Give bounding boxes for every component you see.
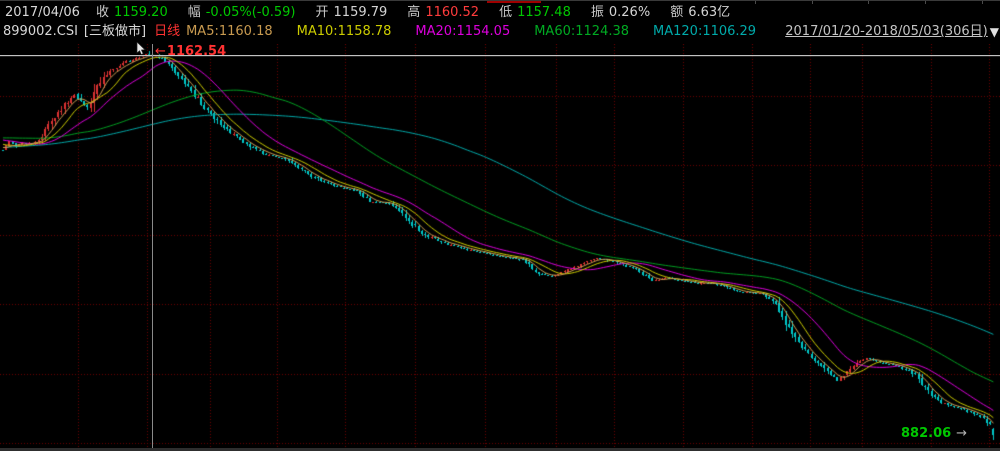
arrow-left-icon: ← [155, 44, 166, 59]
quote-date: 2017/04/06 [5, 3, 80, 22]
quote-field-label: 额 [670, 5, 683, 20]
chart-area: ←1162.54 882.06 → [0, 44, 1000, 451]
lowest-price-annotation: 882.06 → [901, 426, 967, 441]
quote-field-label: 低 [499, 5, 512, 20]
quote-field-label: 开 [316, 5, 329, 20]
kline-canvas[interactable] [0, 44, 1000, 451]
ma-label: MA10:1158.78 [297, 24, 392, 39]
ma-legend: MA5:1160.18 MA10:1158.78 MA20:1154.05 MA60:… [186, 22, 780, 42]
ma-label: MA5:1160.18 [186, 24, 273, 39]
quote-field-label: 振 [591, 5, 604, 20]
quote-field-value: 1159.79 [334, 5, 388, 20]
mouse-cursor-icon [136, 42, 148, 56]
indicator-bar: 899002.CSI [三板做市] 日线 MA5:1160.18 MA10:115… [0, 22, 1000, 42]
quote-field-value: -0.05%(-0.59) [206, 5, 296, 20]
quote-field-label: 幅 [188, 5, 201, 20]
period-tab-daily[interactable]: 日线 [154, 22, 180, 42]
quote-fields: 收 1159.20 幅 -0.05%(-0.59) 开 1159.79 高 1160.52 低1… [96, 3, 750, 22]
quote-field-label: 收 [96, 5, 109, 20]
ma-label: MA60:1124.38 [534, 24, 629, 39]
chevron-down-icon[interactable]: ▼ [990, 22, 999, 42]
quote-bar: 2017/04/06 收 1159.20 幅 -0.05%(-0.59) 开 1159.7… [0, 3, 1000, 22]
crosshair-horizontal-line [0, 55, 1000, 56]
quote-field-label: 高 [407, 5, 420, 20]
ma-label: MA120:1106.29 [653, 24, 756, 39]
symbol-code: 899002.CSI [3, 22, 78, 42]
symbol-name: [三板做市] [84, 22, 146, 42]
quote-field-value: 1159.20 [114, 5, 168, 20]
kline-app-screen: 2017/04/06 收 1159.20 幅 -0.05%(-0.59) 开 1159.7… [0, 0, 1000, 451]
crosshair-vertical-line [152, 44, 153, 451]
ma-label: MA20:1154.05 [415, 24, 510, 39]
arrow-right-icon: → [956, 426, 967, 441]
date-range-selector[interactable]: 2017/01/20-2018/05/03(306日) [785, 22, 988, 42]
quote-field-value: 0.26% [609, 5, 650, 20]
highest-price-value: 1162.54 [167, 44, 226, 59]
quote-field-value: 1157.48 [517, 5, 571, 20]
quote-field-value: 6.63亿 [688, 5, 730, 20]
quote-field-value: 1160.52 [425, 5, 479, 20]
lowest-price-value: 882.06 [901, 426, 951, 441]
highest-price-annotation: ←1162.54 [155, 44, 226, 59]
